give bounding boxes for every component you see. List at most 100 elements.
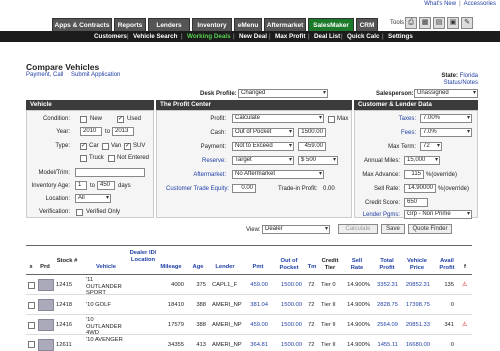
vehicle-price[interactable]: 16680.00 bbox=[402, 342, 430, 349]
model-trim-input[interactable] bbox=[75, 168, 145, 177]
year-to-input[interactable]: 2013 bbox=[112, 127, 134, 136]
cash-select[interactable]: Out of Pocket bbox=[232, 128, 294, 137]
stock-number[interactable]: 12611 bbox=[56, 342, 72, 349]
stock-number[interactable]: 12418 bbox=[56, 302, 72, 309]
tab-inventory[interactable]: Inventory bbox=[192, 18, 232, 31]
payment-select[interactable]: Not to Exceed bbox=[232, 142, 294, 151]
vehicle-thumbnail[interactable] bbox=[38, 339, 54, 351]
salesperson-select[interactable]: Unassigned bbox=[414, 89, 478, 98]
max-term-select[interactable]: 72 bbox=[420, 142, 442, 151]
col-dealer-location[interactable]: Dealer ID/ Location bbox=[128, 250, 158, 263]
table-row[interactable]: 12418 '10 GOLF 18410 388 AMERI_NP 381.04… bbox=[26, 296, 472, 315]
annual-miles-select[interactable]: 15,000 bbox=[404, 156, 440, 165]
subnav-deal-list[interactable]: Deal List bbox=[314, 32, 340, 41]
whats-new-link[interactable]: What's New bbox=[424, 1, 456, 7]
subnav-max-profit[interactable]: Max Profit bbox=[275, 32, 305, 41]
payment-amount-input[interactable]: 459.00 bbox=[298, 142, 326, 151]
out-of-pocket[interactable]: 1500.00 bbox=[274, 342, 302, 349]
not-entered-checkbox[interactable] bbox=[108, 155, 115, 162]
save-button[interactable]: Save bbox=[381, 224, 405, 234]
row-select-checkbox[interactable] bbox=[28, 282, 35, 289]
truck-checkbox[interactable] bbox=[80, 155, 87, 162]
col-out-of-pocket[interactable]: Out of Pocket bbox=[276, 258, 302, 271]
suv-checkbox[interactable]: ✓ bbox=[124, 143, 131, 150]
profit-select[interactable]: Calculate bbox=[232, 114, 324, 123]
max-advance-input[interactable]: 115 bbox=[404, 170, 424, 179]
subnav-working-deals[interactable]: Working Deals bbox=[187, 32, 231, 41]
subnav-settings[interactable]: Settings bbox=[388, 32, 413, 41]
cash-amount-input[interactable]: 1500.00 bbox=[298, 128, 326, 137]
submit-application-link[interactable]: Submit Application bbox=[71, 72, 120, 78]
aftermarket-link[interactable]: Aftermarket: bbox=[186, 172, 226, 178]
tab-emenu[interactable]: eMenu bbox=[234, 18, 262, 31]
col-vehicle-price[interactable]: Vehicle Price bbox=[404, 258, 430, 271]
max-checkbox[interactable] bbox=[328, 116, 335, 123]
calendar-icon[interactable]: ▤ bbox=[433, 17, 445, 29]
quote-finder-button[interactable]: Quote Finder bbox=[408, 224, 452, 234]
total-profit[interactable]: 3352.31 bbox=[372, 282, 398, 289]
lender-pgms-select[interactable]: Grp - Non Prime bbox=[404, 210, 472, 219]
col-sell-rate[interactable]: Sell Rate bbox=[346, 258, 368, 271]
age-from-input[interactable]: 1 bbox=[75, 181, 87, 190]
subnav-customers[interactable]: Customers bbox=[94, 32, 127, 41]
col-pmt[interactable]: Pmt bbox=[248, 264, 268, 271]
payment[interactable]: 459.00 bbox=[244, 322, 268, 329]
desk-profile-select[interactable]: Changed bbox=[238, 89, 328, 98]
tab-salesmaker[interactable]: SalesMaker bbox=[308, 18, 354, 31]
reserve-select[interactable]: Target bbox=[232, 156, 294, 165]
col-mileage[interactable]: Mileage bbox=[158, 264, 184, 271]
subnav-quick-calc[interactable]: Quick Calc bbox=[347, 32, 380, 41]
payment[interactable]: 381.04 bbox=[244, 302, 268, 309]
stock-number[interactable]: 12415 bbox=[56, 282, 72, 289]
taxes-select[interactable]: 7.00% bbox=[420, 114, 472, 123]
note-icon[interactable]: ✎ bbox=[461, 17, 473, 29]
total-profit[interactable]: 1455.11 bbox=[372, 342, 398, 349]
reserve-link[interactable]: Reserve: bbox=[190, 158, 226, 164]
out-of-pocket[interactable]: 1500.00 bbox=[274, 322, 302, 329]
payment[interactable]: 364.81 bbox=[244, 342, 268, 349]
row-select-checkbox[interactable] bbox=[28, 302, 35, 309]
used-checkbox[interactable]: ✓ bbox=[117, 116, 124, 123]
stock-number[interactable]: 12416 bbox=[56, 322, 72, 329]
verified-only-checkbox[interactable] bbox=[76, 209, 83, 216]
tab-crm[interactable]: CRM bbox=[356, 18, 378, 31]
tab-aftermarket[interactable]: Aftermarket bbox=[264, 18, 306, 31]
col-lender[interactable]: Lender bbox=[212, 264, 238, 271]
fees-link[interactable]: Fees: bbox=[380, 130, 416, 136]
col-vehicle[interactable]: Vehicle bbox=[86, 264, 126, 271]
fees-select[interactable]: 7.0% bbox=[420, 128, 472, 137]
vehicle-thumbnail[interactable] bbox=[38, 319, 54, 331]
col-avail-profit[interactable]: Avail Profit bbox=[436, 258, 458, 271]
table-row[interactable]: 12611 '10 AVENGER 34355 413 AMERI_NP 364… bbox=[26, 336, 472, 351]
print-icon[interactable]: ⎙ bbox=[405, 17, 417, 29]
calculator-icon[interactable]: ▦ bbox=[419, 17, 431, 29]
credit-score-input[interactable]: 650 bbox=[404, 198, 428, 207]
car-checkbox[interactable]: ✓ bbox=[80, 143, 87, 150]
new-checkbox[interactable] bbox=[80, 116, 87, 123]
vehicle-price[interactable]: 17398.75 bbox=[402, 302, 430, 309]
document-icon[interactable]: ▣ bbox=[447, 17, 459, 29]
tab-apps-contracts[interactable]: Apps & Contracts bbox=[52, 18, 112, 31]
van-checkbox[interactable] bbox=[102, 143, 109, 150]
trade-equity-input[interactable]: 0.00 bbox=[232, 184, 256, 193]
sell-rate-input[interactable]: 14.90000 bbox=[404, 184, 436, 193]
total-profit[interactable]: 2828.75 bbox=[372, 302, 398, 309]
vehicle-price[interactable]: 20852.31 bbox=[402, 282, 430, 289]
accessories-link[interactable]: Accessories bbox=[464, 1, 496, 7]
tab-lenders[interactable]: Lenders bbox=[148, 18, 190, 31]
col-stock[interactable]: Stock # bbox=[56, 258, 78, 265]
vehicle-price[interactable]: 20851.33 bbox=[402, 322, 430, 329]
vehicle-thumbnail[interactable] bbox=[38, 279, 54, 291]
table-row[interactable]: 12415 '11 OUTLANDER SPORT 4000 375 CAPL1… bbox=[26, 276, 472, 296]
calculate-button[interactable]: Calculate bbox=[338, 224, 378, 234]
tab-reports[interactable]: Reports bbox=[114, 18, 146, 31]
payment[interactable]: 459.00 bbox=[244, 282, 268, 289]
col-age[interactable]: Age bbox=[190, 264, 206, 271]
location-select[interactable]: All bbox=[75, 194, 111, 203]
payment-call-link[interactable]: Payment, Call bbox=[26, 72, 63, 78]
table-row[interactable]: 12416 '10 OUTLANDER 4WD 17579 388 AMERI_… bbox=[26, 316, 472, 336]
col-tm[interactable]: Tm bbox=[306, 264, 318, 271]
row-select-checkbox[interactable] bbox=[28, 341, 35, 348]
aftermarket-select[interactable]: No Aftermarket bbox=[232, 170, 324, 179]
lender-pgms-link[interactable]: Lender Pgms: bbox=[358, 212, 400, 218]
